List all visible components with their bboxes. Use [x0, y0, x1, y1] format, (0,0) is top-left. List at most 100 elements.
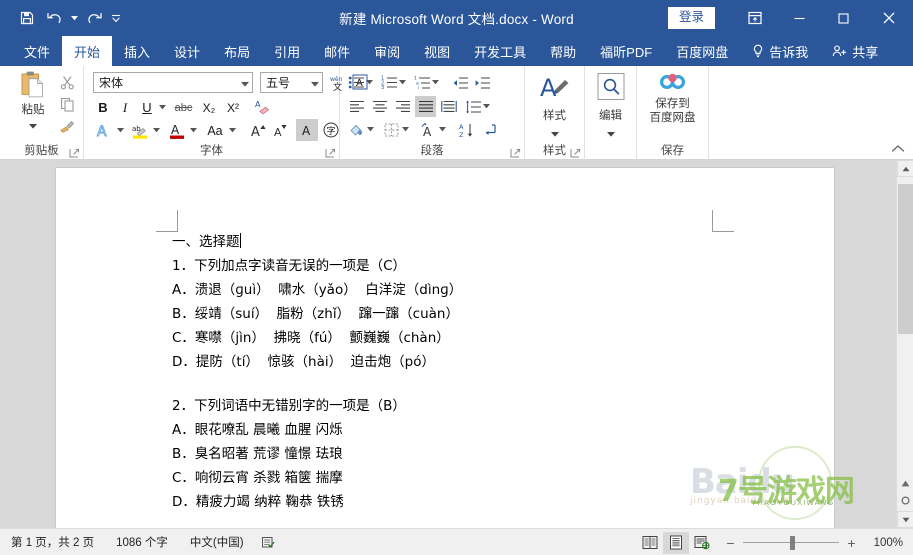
clear-formatting-button[interactable]: A	[252, 96, 274, 117]
document-text[interactable]: 一、选择题 1．下列加点字读音无误的一项是（C） A．溃退（ɡuì） 啸水（yǎ…	[172, 230, 772, 514]
tab-insert[interactable]: 插入	[112, 36, 162, 66]
change-case-button[interactable]: Aa	[203, 120, 227, 141]
text-effects-dropdown-icon[interactable]	[115, 120, 126, 141]
close-icon[interactable]	[865, 0, 913, 36]
italic-button[interactable]: I	[115, 97, 135, 118]
align-left-button[interactable]	[346, 96, 367, 117]
borders-dropdown-icon[interactable]	[400, 119, 411, 140]
text-effects-button[interactable]: A	[93, 120, 115, 141]
underline-button[interactable]: U	[137, 97, 157, 118]
language-indicator[interactable]: 中文(中国)	[179, 531, 255, 553]
document-page[interactable]: 一、选择题 1．下列加点字读音无误的一项是（C） A．溃退（ɡuì） 啸水（yǎ…	[56, 168, 834, 528]
vertical-scrollbar[interactable]	[896, 160, 913, 528]
asian-layout-dropdown-icon[interactable]	[437, 119, 448, 140]
shrink-font-button[interactable]: A	[269, 120, 291, 141]
tab-home[interactable]: 开始	[62, 36, 113, 66]
shading-dropdown-icon[interactable]	[365, 119, 376, 140]
maximize-icon[interactable]	[821, 0, 865, 36]
previous-page-icon[interactable]	[897, 475, 913, 492]
chevron-down-icon[interactable]	[311, 76, 319, 90]
document-canvas[interactable]: 一、选择题 1．下列加点字读音无误的一项是（C） A．溃退（ɡuì） 啸水（yǎ…	[0, 160, 913, 528]
tab-references[interactable]: 引用	[262, 36, 312, 66]
font-dialog-launcher-icon[interactable]	[325, 146, 336, 158]
scrollbar-thumb[interactable]	[898, 184, 913, 334]
asian-layout-button[interactable]: A	[418, 119, 439, 140]
justify-button[interactable]	[415, 96, 436, 117]
character-shading-button[interactable]: A	[296, 119, 318, 141]
bullets-dropdown-icon[interactable]	[364, 72, 375, 93]
page-indicator[interactable]: 第 1 页，共 2 页	[0, 531, 105, 553]
enclose-character-button[interactable]: 字	[320, 119, 342, 141]
tab-mailings[interactable]: 邮件	[312, 36, 362, 66]
subscript-button[interactable]: X₂	[198, 97, 220, 118]
distribute-button[interactable]	[438, 96, 459, 117]
show-formatting-marks-button[interactable]	[481, 119, 502, 140]
scroll-up-icon[interactable]	[897, 160, 913, 177]
save-to-baidu-netdisk-button[interactable]: 保存到 百度网盘	[637, 71, 708, 126]
font-name-input[interactable]: 宋体	[93, 72, 253, 93]
paragraph-dialog-launcher-icon[interactable]	[510, 146, 521, 158]
grow-font-button[interactable]: A	[247, 120, 269, 141]
chevron-down-icon[interactable]	[606, 124, 615, 142]
format-painter-button[interactable]	[56, 116, 78, 136]
minimize-icon[interactable]	[777, 0, 821, 36]
font-color-button[interactable]: A	[166, 120, 188, 141]
chevron-down-icon[interactable]	[241, 76, 249, 90]
clipboard-dialog-launcher-icon[interactable]	[69, 146, 80, 158]
shading-button[interactable]	[346, 119, 367, 140]
highlight-color-button[interactable]: ab	[129, 120, 151, 141]
font-color-dropdown-icon[interactable]	[188, 120, 199, 141]
view-read-mode[interactable]	[637, 532, 663, 554]
customize-quick-access-icon[interactable]	[109, 5, 123, 31]
font-size-input[interactable]: 五号	[260, 72, 323, 93]
tab-layout[interactable]: 布局	[212, 36, 262, 66]
zoom-in-button[interactable]: +	[846, 535, 857, 551]
proofing-status-icon[interactable]	[255, 531, 281, 553]
zoom-control[interactable]: − +	[725, 535, 857, 551]
view-web-layout[interactable]	[689, 532, 715, 554]
tab-review[interactable]: 审阅	[362, 36, 412, 66]
superscript-button[interactable]: X²	[222, 97, 244, 118]
highlight-dropdown-icon[interactable]	[151, 120, 162, 141]
tab-help[interactable]: 帮助	[538, 36, 588, 66]
select-browse-object-icon[interactable]	[897, 492, 913, 509]
sign-in-button[interactable]: 登录	[667, 7, 715, 29]
tab-file[interactable]: 文件	[12, 36, 62, 66]
styles-dialog-launcher-icon[interactable]	[570, 146, 581, 158]
zoom-out-button[interactable]: −	[725, 535, 736, 551]
underline-dropdown-icon[interactable]	[157, 97, 168, 118]
save-icon[interactable]	[14, 5, 40, 31]
line-spacing-button[interactable]	[462, 96, 483, 117]
word-count[interactable]: 1086 个字	[105, 531, 179, 553]
borders-button[interactable]	[381, 119, 402, 140]
view-print-layout[interactable]	[663, 531, 689, 554]
paste-button[interactable]: 粘贴	[10, 70, 56, 134]
tab-baidu-netdisk[interactable]: 百度网盘	[664, 36, 740, 66]
sort-button[interactable]: A Z	[456, 119, 477, 140]
bold-button[interactable]: B	[93, 97, 113, 118]
align-center-button[interactable]	[369, 96, 390, 117]
ribbon-display-options-icon[interactable]	[733, 0, 777, 36]
scroll-down-icon[interactable]	[897, 511, 913, 528]
tab-design[interactable]: 设计	[162, 36, 212, 66]
undo-icon[interactable]	[42, 5, 68, 31]
tab-tell-me[interactable]: 告诉我	[740, 36, 820, 66]
undo-dropdown-icon[interactable]	[70, 5, 79, 31]
align-right-button[interactable]	[392, 96, 413, 117]
tab-foxit-pdf[interactable]: 福昕PDF	[588, 36, 664, 66]
tab-share[interactable]: 共享	[820, 36, 890, 66]
styles-button[interactable]: A 样式	[525, 72, 584, 142]
zoom-level-label[interactable]: 100%	[865, 537, 903, 549]
tab-view[interactable]: 视图	[412, 36, 462, 66]
tab-developer[interactable]: 开发工具	[462, 36, 538, 66]
change-case-dropdown-icon[interactable]	[227, 120, 238, 141]
collapse-ribbon-icon[interactable]	[891, 141, 907, 155]
increase-indent-button[interactable]	[472, 72, 493, 93]
redo-icon[interactable]	[81, 5, 107, 31]
copy-button[interactable]	[56, 94, 78, 114]
strikethrough-button[interactable]: abc	[171, 97, 196, 118]
editing-button[interactable]: 编辑	[585, 72, 636, 142]
chevron-down-icon[interactable]	[550, 124, 559, 142]
line-spacing-dropdown-icon[interactable]	[481, 96, 492, 117]
multilevel-dropdown-icon[interactable]	[430, 72, 441, 93]
